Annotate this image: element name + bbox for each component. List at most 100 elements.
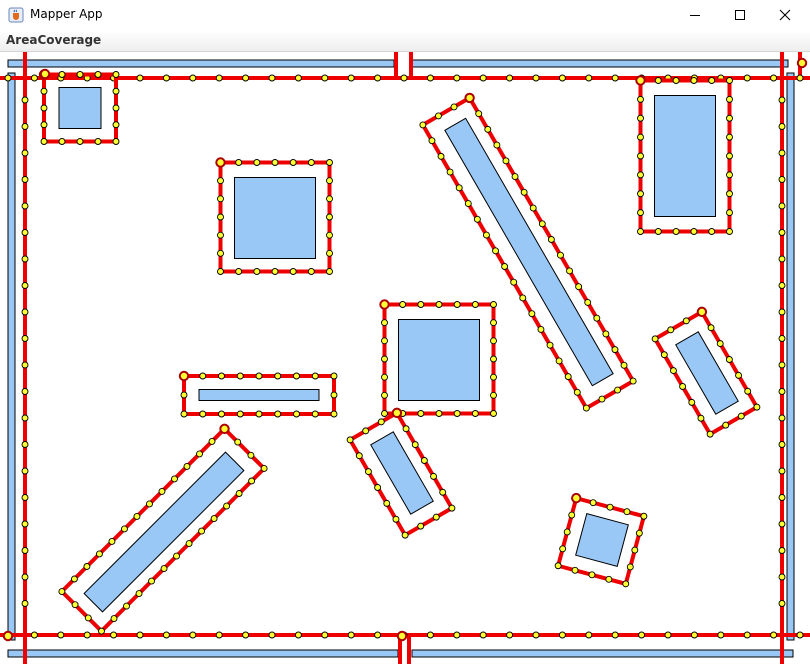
obstacle-b-waypoint: [235, 159, 243, 166]
obstacle-h-waypoint: [411, 441, 419, 449]
boundary-waypoint: [21, 547, 29, 554]
boundary-waypoint: [770, 74, 778, 82]
obstacle-c-waypoint: [726, 209, 733, 217]
boundary-waypoint: [690, 631, 698, 639]
obstacle-i-waypoint: [110, 615, 118, 623]
boundary-waypoint: [506, 631, 514, 639]
menu-area-coverage[interactable]: AreaCoverage: [6, 33, 101, 47]
obstacle-i-waypoint: [183, 462, 191, 470]
boundary-waypoint: [21, 123, 29, 130]
boundary-waypoint: [778, 123, 786, 130]
start-marker-top-left: [39, 68, 51, 80]
obstacle-j-waypoint: [588, 571, 596, 579]
obstacle-f-waypoint: [475, 110, 483, 118]
boundary-waypoint: [611, 74, 619, 82]
boundary-waypoint: [778, 467, 786, 475]
boundary-waypoint: [30, 631, 38, 639]
obstacle-b-waypoint: [217, 268, 224, 275]
boundary-waypoint: [778, 547, 786, 554]
obstacle-f-waypoint: [614, 386, 621, 394]
boundary-waypoint: [347, 74, 355, 82]
obstacle-f-waypoint: [473, 215, 481, 223]
obstacle-e-waypoint: [199, 410, 207, 418]
boundary-waypoint: [21, 494, 29, 501]
obstacle-i-waypoint: [84, 614, 92, 622]
obstacle-i-waypoint: [148, 577, 155, 585]
boundary-waypoint: [453, 631, 461, 639]
obstacle-b-waypoint: [326, 231, 333, 239]
obstacle-i-waypoint: [234, 438, 242, 446]
obstacle-f-waypoint: [538, 220, 546, 228]
start-marker-boundary-3: [796, 57, 808, 69]
obstacle-e-waypoint: [236, 410, 244, 418]
obstacle-f-waypoint: [582, 404, 590, 412]
boundary-waypoint: [585, 74, 593, 82]
boundary-waypoint: [21, 388, 29, 395]
boundary-waypoint: [778, 361, 786, 369]
obstacle-h-waypoint: [383, 499, 391, 507]
obstacle-j-start-marker: [571, 492, 582, 504]
obstacle-b-waypoint: [289, 268, 297, 275]
boundary-waypoint: [558, 74, 566, 82]
obstacle-f-waypoint: [555, 357, 563, 365]
obstacle-a-waypoint: [58, 71, 66, 78]
boundary-waypoint: [189, 74, 197, 82]
obstacle-h-waypoint: [420, 457, 428, 464]
obstacle-j-waypoint: [623, 508, 631, 516]
wall-1: [410, 59, 789, 68]
obstacle-e-waypoint: [199, 372, 207, 380]
boundary-waypoint: [778, 229, 786, 236]
map-drawing[interactable]: [0, 52, 810, 664]
obstacle-f-waypoint: [501, 263, 509, 270]
map-canvas[interactable]: [0, 52, 810, 664]
boundary-waypoint: [778, 96, 786, 104]
minimize-icon: [690, 15, 700, 16]
obstacle-b-waypoint: [326, 159, 333, 166]
obstacle-h-waypoint: [365, 468, 372, 476]
obstacle-h-waypoint: [392, 515, 400, 523]
obstacle-b-waypoint: [217, 213, 224, 221]
obstacle-d-waypoint: [490, 301, 497, 308]
obstacle-a: [58, 87, 102, 129]
obstacle-f-waypoint: [629, 377, 637, 385]
obstacle-h-waypoint: [417, 522, 425, 530]
menu-bar: AreaCoverage: [0, 30, 810, 52]
obstacle-f-waypoint: [484, 125, 492, 133]
boundary-waypoint: [21, 335, 29, 342]
obstacle-h-waypoint: [439, 488, 447, 496]
obstacle-f-start-marker: [464, 92, 475, 104]
boundary-waypoint: [778, 600, 786, 607]
obstacle-c-start-marker: [635, 75, 646, 86]
obstacle-e-waypoint: [255, 372, 263, 380]
obstacle-i-waypoint: [173, 552, 180, 560]
boundary-waypoint: [21, 255, 29, 263]
obstacle-c-waypoint: [726, 133, 733, 141]
obstacle-f-waypoint: [502, 157, 510, 165]
close-button[interactable]: [762, 0, 808, 30]
obstacle-c-waypoint: [690, 77, 698, 84]
obstacle-h-waypoint: [374, 484, 382, 491]
maximize-button[interactable]: [717, 0, 763, 30]
obstacle-a-waypoint: [94, 138, 102, 145]
obstacle-b-waypoint: [326, 268, 333, 275]
boundary-waypoint: [110, 631, 118, 639]
obstacle-i-waypoint: [248, 477, 256, 485]
obstacle-f-waypoint: [575, 283, 583, 291]
obstacle-e-waypoint: [330, 391, 338, 399]
minimize-button[interactable]: [672, 0, 718, 30]
obstacle-g: [675, 331, 739, 415]
obstacle-b: [234, 177, 316, 259]
obstacle-a-waypoint: [40, 104, 48, 112]
obstacle-c-waypoint: [637, 171, 644, 179]
boundary-waypoint: [21, 149, 29, 157]
obstacle-c-waypoint: [637, 114, 644, 122]
obstacle-c-waypoint: [637, 133, 644, 141]
obstacle-j-waypoint: [559, 545, 567, 553]
boundary-waypoint: [778, 176, 786, 183]
obstacle-d-waypoint: [381, 319, 388, 327]
obstacle-f-waypoint: [546, 341, 554, 349]
boundary-waypoint: [21, 308, 29, 316]
obstacle-h-waypoint: [402, 425, 410, 433]
obstacle-g-waypoint: [682, 317, 690, 325]
obstacle-g-waypoint: [722, 421, 730, 429]
